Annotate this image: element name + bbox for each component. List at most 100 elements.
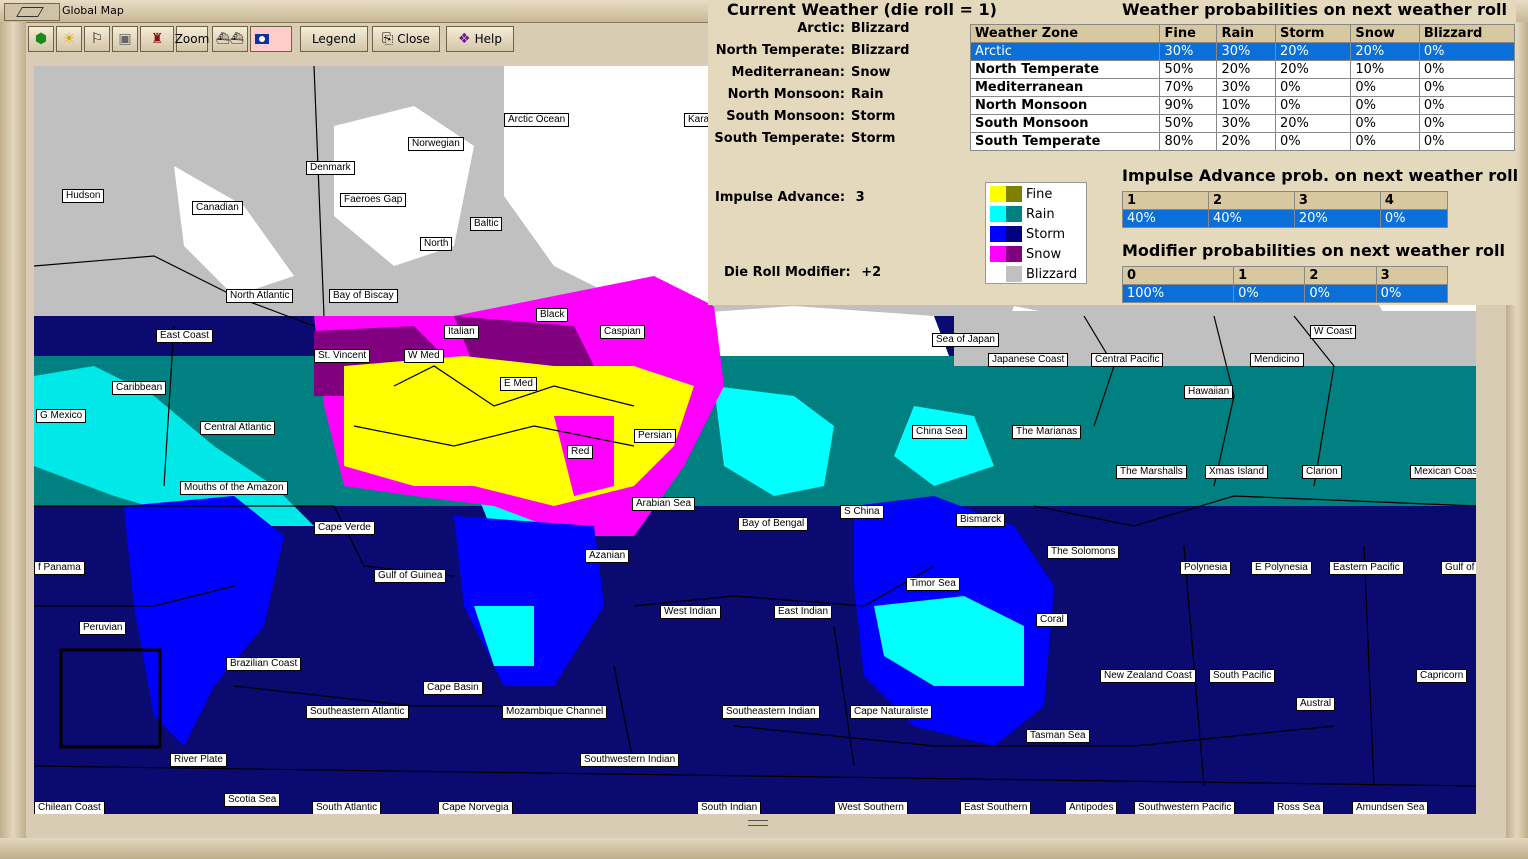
sea-area-label[interactable]: Southeastern Atlantic — [306, 705, 409, 719]
sea-area-label[interactable]: Bismarck — [956, 513, 1006, 527]
probability-cell[interactable]: 100% — [1121, 284, 1235, 303]
table-row[interactable]: North Monsoon 90% 10% 0% 0% 0% — [969, 96, 1516, 115]
sea-area-label[interactable]: South Indian — [697, 801, 762, 814]
sea-area-label[interactable]: St. Vincent — [314, 349, 371, 363]
sea-area-label[interactable]: Faeroes Gap — [340, 193, 407, 207]
table-row[interactable]: South Monsoon 50% 30% 20% 0% 0% — [969, 114, 1516, 133]
probability-cell[interactable]: 40% — [1122, 209, 1209, 228]
probability-cell[interactable]: 30% — [1216, 78, 1276, 97]
legend-button[interactable]: Legend — [300, 26, 368, 52]
table-row[interactable]: Mediterranean 70% 30% 0% 0% 0% — [969, 78, 1516, 97]
window-menu-button[interactable] — [4, 3, 60, 21]
flag-button[interactable]: ⚐ — [84, 26, 110, 52]
sea-area-label[interactable]: North Atlantic — [226, 289, 294, 303]
sea-area-label[interactable]: Tasman Sea — [1026, 729, 1090, 743]
zone-cell[interactable]: South Monsoon — [969, 114, 1161, 133]
sea-area-label[interactable]: Peruvian — [79, 621, 127, 635]
probability-cell[interactable]: 10% — [1350, 60, 1420, 79]
probability-cell[interactable]: 30% — [1216, 114, 1276, 133]
sea-area-label[interactable]: Xmas Island — [1205, 465, 1269, 479]
sea-area-label[interactable]: Central Pacific — [1091, 353, 1164, 367]
leader-button[interactable]: ♜ — [140, 26, 174, 52]
probability-cell[interactable]: 50% — [1159, 114, 1218, 133]
zone-cell[interactable]: Arctic — [969, 42, 1161, 61]
probability-cell[interactable]: 20% — [1274, 114, 1352, 133]
sea-area-label[interactable]: Ross Sea — [1273, 801, 1325, 814]
sea-area-label[interactable]: Persian — [634, 429, 676, 443]
unit-button[interactable]: ▣ — [112, 26, 138, 52]
probability-cell[interactable]: 30% — [1159, 42, 1218, 61]
sea-area-label[interactable]: South Atlantic — [312, 801, 382, 814]
sea-area-label[interactable]: River Plate — [170, 753, 227, 767]
sea-area-label[interactable]: Mozambique Channel — [502, 705, 608, 719]
sea-area-label[interactable]: Southwestern Pacific — [1134, 801, 1236, 814]
sea-area-label[interactable]: E Polynesia — [1251, 561, 1312, 575]
sea-area-label[interactable]: Japanese Coast — [988, 353, 1069, 367]
resize-grip-icon[interactable] — [748, 820, 768, 826]
sea-area-label[interactable]: East Southern — [960, 801, 1032, 814]
zone-cell[interactable]: South Temperate — [969, 132, 1161, 151]
column-header[interactable]: Blizzard — [1418, 24, 1516, 43]
column-header[interactable]: Weather Zone — [969, 24, 1161, 43]
help-button[interactable]: ❖ Help — [446, 26, 514, 52]
sea-area-label[interactable]: Cape Basin — [423, 681, 483, 695]
probability-cell[interactable]: 0% — [1274, 78, 1352, 97]
sea-area-label[interactable]: f Panama — [34, 561, 85, 575]
probability-cell[interactable]: 0% — [1418, 96, 1516, 115]
sea-area-label[interactable]: Cape Norvegia — [438, 801, 513, 814]
sea-area-label[interactable]: The Marianas — [1012, 425, 1082, 439]
table-row[interactable]: Arctic 30% 30% 20% 20% 0% — [969, 42, 1516, 61]
sea-area-label[interactable]: North — [420, 237, 453, 251]
probability-cell[interactable]: 0% — [1350, 114, 1420, 133]
probability-cell[interactable]: 0% — [1304, 284, 1377, 303]
probability-cell[interactable]: 0% — [1350, 78, 1420, 97]
sea-area-label[interactable]: Scotia Sea — [224, 793, 281, 807]
probability-cell[interactable]: 0% — [1418, 132, 1516, 151]
sea-area-label[interactable]: Arctic Ocean — [504, 113, 570, 127]
probability-cell[interactable]: 0% — [1418, 114, 1516, 133]
probability-cell[interactable]: 0% — [1418, 42, 1516, 61]
sea-area-label[interactable]: Brazilian Coast — [226, 657, 302, 671]
probability-cell[interactable]: 0% — [1274, 96, 1352, 115]
sea-area-label[interactable]: Sea of Japan — [932, 333, 999, 347]
sea-area-label[interactable]: Chilean Coast — [34, 801, 105, 814]
probability-cell[interactable]: 0% — [1350, 96, 1420, 115]
sea-area-label[interactable]: Polynesia — [1180, 561, 1232, 575]
probability-cell[interactable]: 90% — [1159, 96, 1218, 115]
probability-cell[interactable]: 0% — [1350, 132, 1420, 151]
sea-area-label[interactable]: China Sea — [912, 425, 967, 439]
table-row[interactable]: 100% 0% 0% 0% — [1121, 284, 1449, 303]
sea-area-label[interactable]: Red — [567, 445, 594, 459]
probability-cell[interactable]: 0% — [1379, 209, 1449, 228]
sea-area-label[interactable]: Arabian Sea — [632, 497, 696, 511]
zone-cell[interactable]: North Monsoon — [969, 96, 1161, 115]
probability-cell[interactable]: 0% — [1233, 284, 1306, 303]
weather-button[interactable]: ☀ — [56, 26, 82, 52]
column-header[interactable]: Fine — [1159, 24, 1218, 43]
column-header[interactable]: Rain — [1216, 24, 1276, 43]
sea-area-label[interactable]: New Zealand Coast — [1100, 669, 1196, 683]
sea-area-label[interactable]: Caribbean — [112, 381, 167, 395]
sea-area-label[interactable]: Coral — [1036, 613, 1068, 627]
sea-area-label[interactable]: Canadian — [192, 201, 243, 215]
sea-area-label[interactable]: Cape Naturaliste — [850, 705, 933, 719]
probability-cell[interactable]: 80% — [1159, 132, 1218, 151]
sea-area-label[interactable]: Capricorn — [1416, 669, 1468, 683]
column-header[interactable]: Storm — [1274, 24, 1352, 43]
sea-area-label[interactable]: Southwestern Indian — [580, 753, 680, 767]
zone-cell[interactable]: North Temperate — [969, 60, 1161, 79]
fleet-button[interactable]: ⛴⛴ — [212, 26, 248, 52]
sea-area-label[interactable]: East Coast — [156, 329, 213, 343]
sea-area-label[interactable]: The Solomons — [1047, 545, 1120, 559]
sea-area-label[interactable]: Bay of Bengal — [738, 517, 809, 531]
sea-area-label[interactable]: Mexican Coast — [1410, 465, 1476, 479]
probability-cell[interactable]: 20% — [1350, 42, 1420, 61]
sea-area-label[interactable]: West Indian — [660, 605, 721, 619]
sea-area-label[interactable]: Mouths of the Amazon — [180, 481, 288, 495]
sea-area-label[interactable]: S China — [840, 505, 884, 519]
sea-area-label[interactable]: Bay of Biscay — [329, 289, 398, 303]
sea-area-label[interactable]: Azanian — [585, 549, 630, 563]
probability-cell[interactable]: 0% — [1375, 284, 1449, 303]
probability-cell[interactable]: 40% — [1207, 209, 1295, 228]
sea-area-label[interactable]: South Pacific — [1209, 669, 1276, 683]
